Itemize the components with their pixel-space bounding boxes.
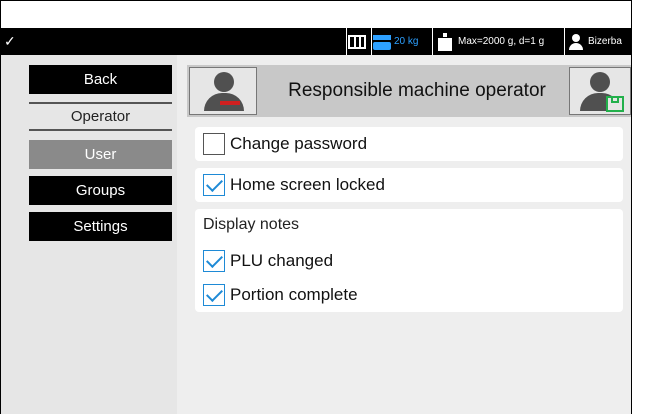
- max-capacity: Max=2000 g, d=1 g: [438, 28, 544, 55]
- page-title: Responsible machine operator: [288, 80, 546, 101]
- sidebar: Back Operator User Groups Settings: [1, 55, 176, 414]
- display-notes-card: Display notes PLU changed Portion comple…: [195, 209, 623, 312]
- weight-value: 20 kg: [394, 36, 419, 47]
- weight-display: 20 kg: [373, 28, 418, 55]
- content-panel: Responsible machine operator Change pass…: [177, 55, 631, 414]
- sidebar-item-groups[interactable]: Groups: [29, 176, 172, 205]
- user-icon: [568, 33, 584, 51]
- status-bar: ✓ 20 kg Max=2000 g, d=1 g Bizerba: [1, 28, 631, 55]
- back-button[interactable]: Back: [29, 65, 172, 94]
- change-password-label: Change password: [230, 134, 368, 153]
- weight-icon: [438, 32, 452, 51]
- portion-complete-label: Portion complete: [230, 285, 358, 304]
- status-divider: [371, 28, 372, 55]
- sidebar-section-label: Operator: [29, 102, 172, 131]
- status-divider: [564, 28, 565, 55]
- home-screen-locked-label: Home screen locked: [230, 175, 385, 194]
- sidebar-item-settings[interactable]: Settings: [29, 212, 172, 241]
- change-password-option[interactable]: Change password: [203, 131, 367, 157]
- status-divider: [432, 28, 433, 55]
- checkmark-icon: ✓: [4, 33, 16, 49]
- status-divider: [346, 28, 347, 55]
- display-notes-title: Display notes: [203, 216, 300, 233]
- portion-complete-checkbox[interactable]: [203, 284, 225, 306]
- user-name: Bizerba: [588, 36, 622, 47]
- plu-changed-option[interactable]: PLU changed: [203, 248, 333, 274]
- save-operator-icon[interactable]: [569, 67, 631, 115]
- plu-changed-label: PLU changed: [230, 251, 334, 270]
- current-user[interactable]: Bizerba: [568, 28, 622, 55]
- scale-blue-icon: [373, 33, 391, 51]
- option-card: Change password: [195, 127, 623, 161]
- plu-changed-checkbox[interactable]: [203, 250, 225, 272]
- sidebar-item-user[interactable]: User: [29, 140, 172, 169]
- remove-operator-icon[interactable]: [189, 67, 257, 115]
- portion-complete-option[interactable]: Portion complete: [203, 282, 358, 308]
- home-screen-locked-option[interactable]: Home screen locked: [203, 172, 385, 198]
- change-password-checkbox[interactable]: [203, 133, 225, 155]
- max-text: Max=2000 g, d=1 g: [458, 36, 545, 47]
- scale-grid-icon: [348, 28, 366, 55]
- option-card: Home screen locked: [195, 168, 623, 202]
- header: Responsible machine operator: [187, 65, 631, 117]
- main-area: Back Operator User Groups Settings Respo…: [1, 55, 631, 414]
- home-screen-locked-checkbox[interactable]: [203, 174, 225, 196]
